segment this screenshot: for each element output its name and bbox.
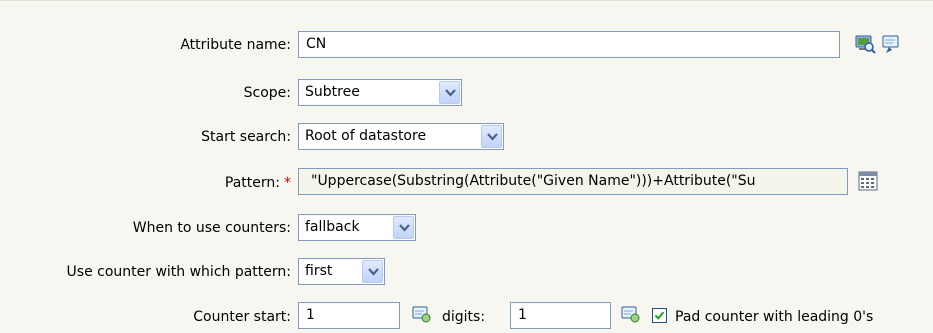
when-counters-select[interactable]: fallback — [298, 214, 416, 241]
pattern-builder-icon[interactable] — [857, 170, 879, 192]
pattern-label-text: Pattern: — [224, 175, 280, 191]
chevron-down-icon[interactable] — [362, 260, 383, 283]
counter-pattern-label: Use counter with which pattern: — [66, 264, 291, 280]
edit-icon[interactable] — [411, 304, 433, 326]
chevron-down-icon[interactable] — [393, 216, 414, 239]
scope-select-value: Subtree — [305, 84, 360, 100]
when-counters-select-value: fallback — [305, 219, 360, 235]
pattern-field[interactable]: "Uppercase(Substring(Attribute("Given Na… — [298, 168, 848, 195]
scope-label: Scope: — [243, 85, 291, 101]
attribute-name-label: Attribute name: — [180, 37, 291, 53]
scope-select[interactable]: Subtree — [298, 79, 462, 106]
counter-pattern-select-value: first — [305, 263, 333, 279]
browse-icon[interactable] — [854, 33, 876, 55]
start-search-select[interactable]: Root of datastore — [298, 123, 504, 150]
edit-icon[interactable] — [620, 304, 642, 326]
counter-start-label: Counter start: — [193, 309, 291, 325]
counter-start-input[interactable]: 1 — [298, 302, 400, 329]
pattern-label: Pattern: * — [225, 174, 291, 192]
pad-counter-checkbox[interactable] — [652, 308, 667, 323]
chevron-down-icon[interactable] — [439, 81, 460, 104]
start-search-select-value: Root of datastore — [305, 128, 427, 144]
attribute-form-panel: Attribute name: CN Scope: Subtree Start … — [0, 0, 933, 333]
pad-counter-label: Pad counter with leading 0's — [675, 309, 874, 325]
when-counters-label: When to use counters: — [132, 220, 291, 236]
panel-top-divider — [0, 0, 933, 1]
chevron-down-icon[interactable] — [481, 125, 502, 148]
counter-pattern-select[interactable]: first — [298, 258, 385, 285]
attribute-name-input[interactable]: CN — [298, 31, 840, 58]
edit-icon[interactable] — [880, 33, 902, 55]
required-marker: * — [284, 175, 291, 191]
digits-input[interactable]: 1 — [510, 302, 611, 329]
start-search-label: Start search: — [201, 129, 291, 145]
digits-label: digits: — [442, 309, 486, 325]
